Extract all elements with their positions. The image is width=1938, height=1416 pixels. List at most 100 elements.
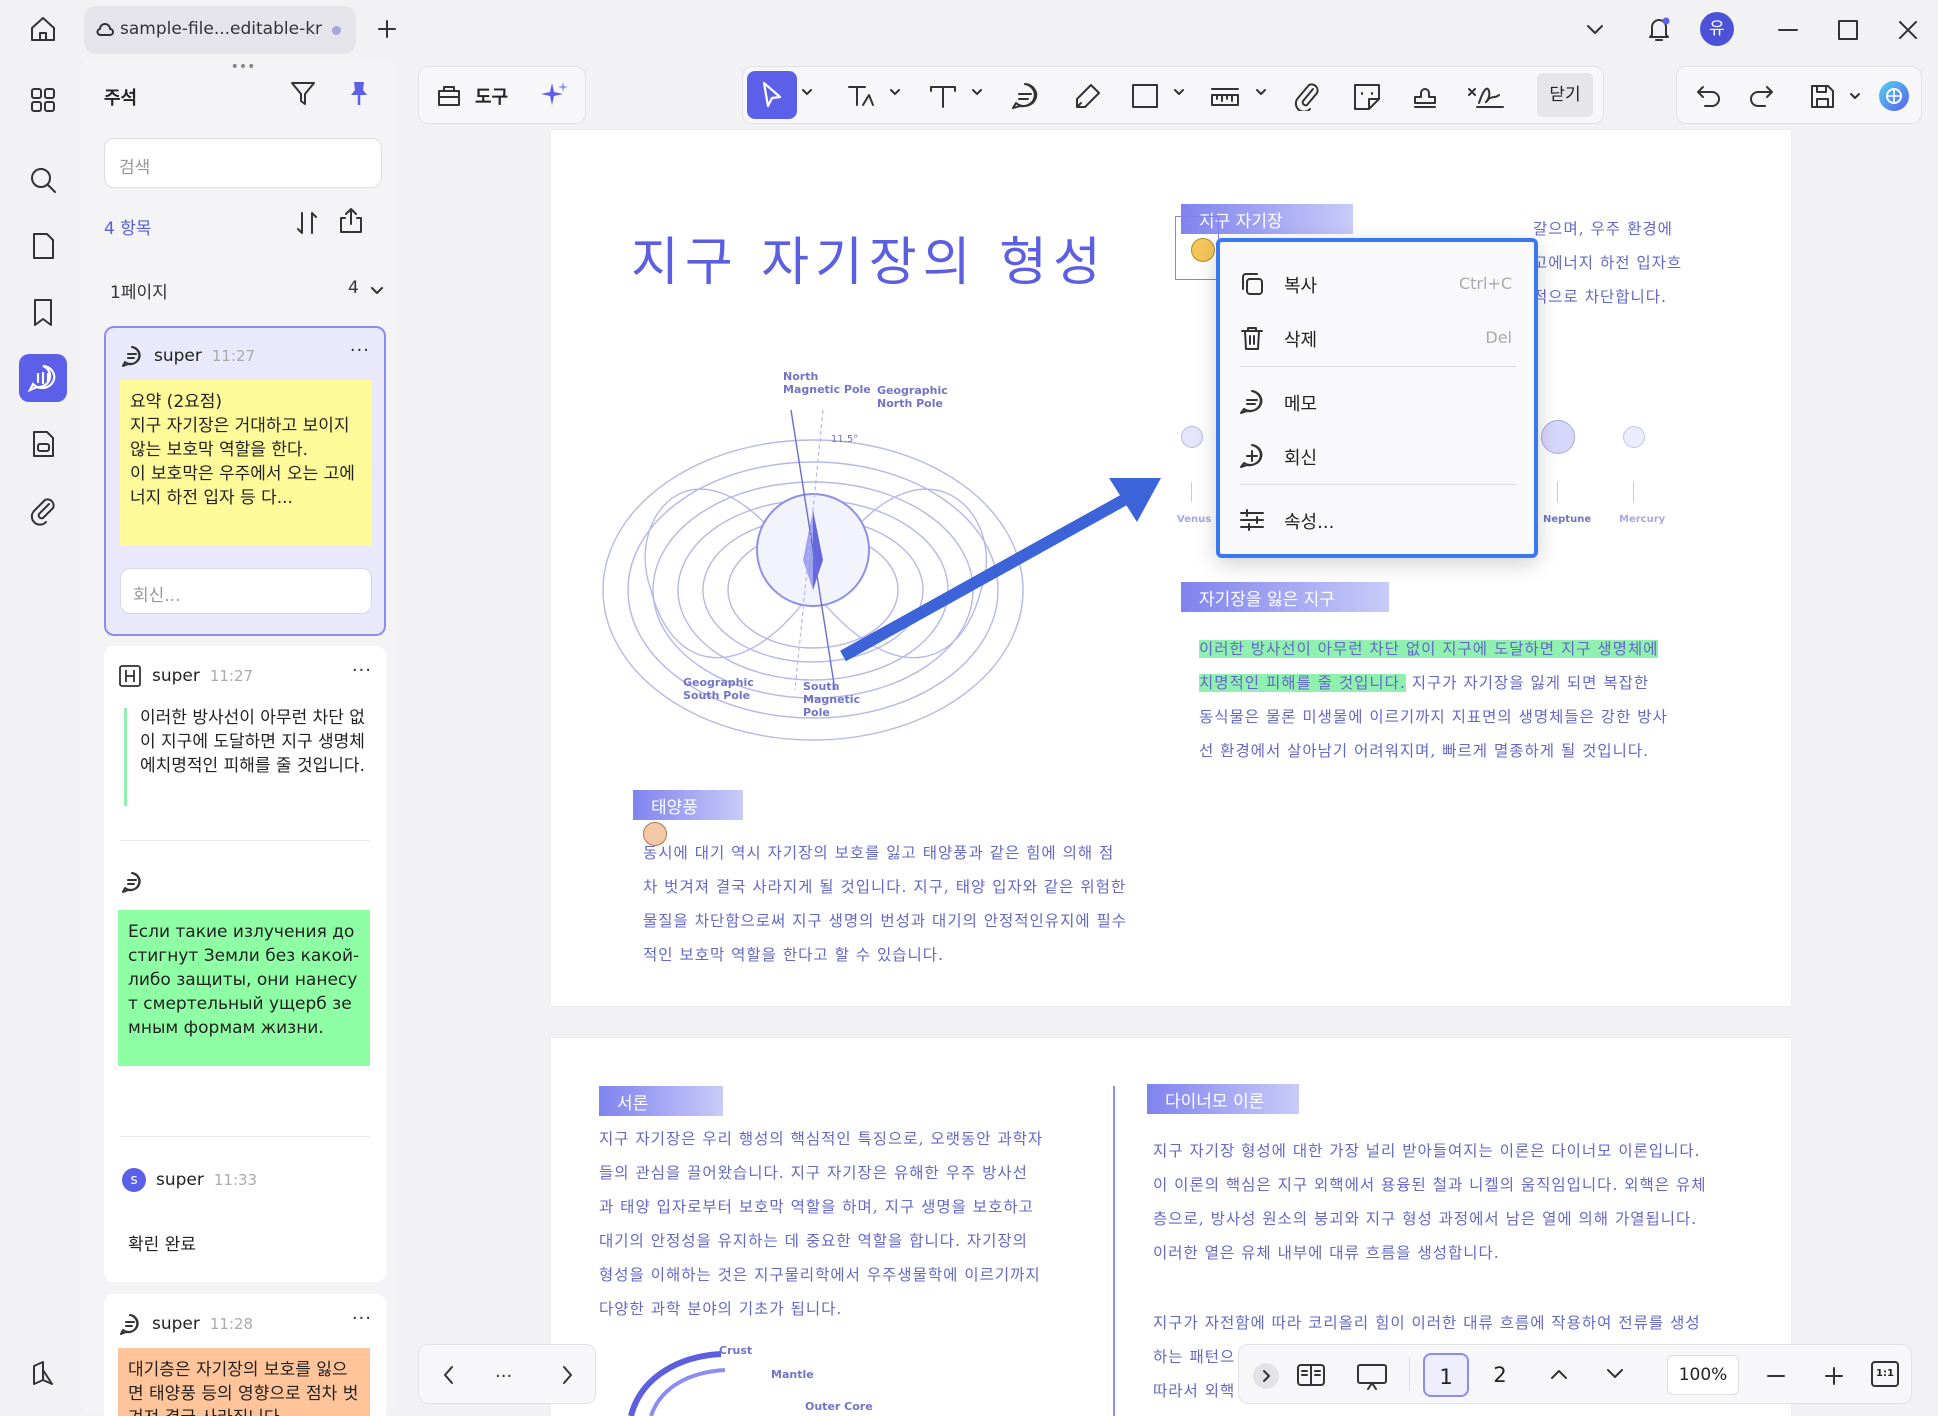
highlighter-icon[interactable] xyxy=(1071,81,1103,111)
filter-icon[interactable] xyxy=(288,78,318,108)
chevron-down-icon[interactable] xyxy=(1584,20,1606,38)
pin-icon[interactable] xyxy=(344,78,374,108)
select-tool-button[interactable] xyxy=(747,71,797,119)
menu-item-note[interactable]: 메모 xyxy=(1220,380,1534,424)
comment-tool-icon[interactable] xyxy=(1009,81,1041,111)
highlighted-text[interactable]: 이러한 방사선이 아무런 차단 없이 지구에 도달하면 지구 생명체에 xyxy=(1199,640,1659,658)
copy-icon xyxy=(1238,270,1266,298)
menu-item-reply[interactable]: 회신 xyxy=(1220,434,1534,478)
annotation-card[interactable]: super 11:27 ··· 이러한 방사선이 아무런 차단 없이 지구에 도달… xyxy=(104,646,386,1282)
chevron-down-icon[interactable] xyxy=(370,284,384,296)
close-window-icon[interactable] xyxy=(1896,18,1920,42)
collapse-toolbar-button[interactable] xyxy=(1253,1363,1279,1389)
svg-text:11.5°: 11.5° xyxy=(831,434,858,445)
more-options-icon[interactable]: ··· xyxy=(350,340,370,361)
zoom-level-field[interactable]: 100% xyxy=(1667,1355,1739,1395)
sticky-note-content[interactable]: 대기층은 자기장의 보호를 잃으면 태양풍 등의 영향으로 점차 벗겨져 결국 … xyxy=(118,1348,370,1416)
section1-line: 고에너지 하전 입자흐 xyxy=(1533,254,1683,272)
trash-icon xyxy=(1238,324,1266,352)
chevron-down-icon[interactable] xyxy=(1849,91,1861,101)
page-group-count[interactable]: 4 xyxy=(348,278,359,298)
chevron-up-icon[interactable] xyxy=(1549,1365,1569,1383)
tab-title: sample-file...editable-kr xyxy=(120,19,323,39)
chevron-down-icon[interactable] xyxy=(801,87,813,97)
ai-assistant-icon[interactable] xyxy=(1877,79,1911,113)
signature-icon[interactable] xyxy=(1465,81,1505,111)
bell-icon[interactable] xyxy=(1644,14,1674,44)
save-icon[interactable] xyxy=(1807,81,1837,111)
planet-neptune xyxy=(1541,420,1575,454)
panel-drag-handle[interactable]: ••• xyxy=(228,60,258,74)
annotation-card[interactable]: super 11:28 ··· 대기층은 자기장의 보호를 잃으면 태양풍 등의 … xyxy=(104,1294,386,1416)
user-avatar[interactable]: 유 xyxy=(1700,12,1734,46)
form-icon xyxy=(33,431,54,457)
annotation-search-input[interactable]: 검색 xyxy=(104,138,382,188)
chevron-down-icon[interactable] xyxy=(1605,1365,1625,1383)
grid-icon xyxy=(31,88,55,112)
home-icon[interactable] xyxy=(28,14,58,44)
measure-tool-icon[interactable] xyxy=(1209,81,1241,111)
minimize-icon[interactable] xyxy=(1776,18,1800,42)
page-button-1[interactable]: 1 xyxy=(1423,1353,1469,1397)
layers-button[interactable] xyxy=(19,1350,67,1398)
more-options-icon[interactable]: ··· xyxy=(352,1308,372,1329)
chevron-right-icon[interactable] xyxy=(557,1363,577,1387)
reply-note-content[interactable]: Если такие излучения достигнут Земли без… xyxy=(118,910,370,1066)
menu-item-delete[interactable]: 삭제 Del xyxy=(1220,316,1534,360)
text-callout-icon[interactable] xyxy=(845,81,877,111)
sticky-note-content[interactable]: 요약 (2요점) 지구 자기장은 거대하고 보이지 않는 보호막 역할을 한다.… xyxy=(120,380,372,546)
planet-tick xyxy=(1191,482,1192,502)
maximize-icon[interactable] xyxy=(1836,18,1860,42)
section2-line: 치명적인 피해를 줄 것입니다. 지구가 자기장을 잃게 되면 복잡한 xyxy=(1199,674,1650,692)
pages-button[interactable] xyxy=(19,222,67,270)
thumbnails-button[interactable] xyxy=(19,76,67,124)
annotation-author: super 11:28 xyxy=(152,1314,254,1334)
zoom-in-icon[interactable] xyxy=(1823,1365,1845,1387)
zoom-out-icon[interactable] xyxy=(1765,1365,1787,1387)
attachment-icon[interactable] xyxy=(1291,81,1323,111)
ai-sparkle-icon[interactable] xyxy=(539,79,571,111)
forms-button[interactable] xyxy=(19,420,67,468)
document-tab[interactable]: sample-file...editable-kr xyxy=(84,6,356,54)
section2-line: 이러한 방사선이 아무런 차단 없이 지구에 도달하면 지구 생명체에 xyxy=(1199,632,1659,667)
chevron-down-icon[interactable] xyxy=(1255,87,1267,97)
arrow-annotation[interactable] xyxy=(831,470,1171,670)
attachments-button[interactable] xyxy=(19,486,67,534)
annotation-navigation: ... xyxy=(418,1344,596,1404)
presentation-icon[interactable] xyxy=(1355,1361,1389,1391)
reply-input[interactable]: 회신... xyxy=(120,568,372,614)
comments-button[interactable] xyxy=(19,354,67,402)
annotation-card[interactable]: super 11:27 ··· 요약 (2요점) 지구 자기장은 거대하고 보이지… xyxy=(104,326,386,636)
actual-size-button[interactable]: 1:1 xyxy=(1871,1361,1899,1387)
page-button-2[interactable]: 2 xyxy=(1477,1353,1523,1397)
sort-icon[interactable] xyxy=(292,208,322,238)
more-options-icon[interactable]: ··· xyxy=(352,660,372,681)
rectangle-tool-icon[interactable] xyxy=(1129,81,1161,111)
chevron-down-icon[interactable] xyxy=(1173,87,1185,97)
chevron-down-icon[interactable] xyxy=(889,87,901,97)
text-tool-icon[interactable] xyxy=(927,81,959,111)
export-icon[interactable] xyxy=(336,206,366,236)
undo-icon[interactable] xyxy=(1695,83,1723,109)
chevron-down-icon[interactable] xyxy=(971,87,983,97)
search-button[interactable] xyxy=(19,156,67,204)
toolbox-icon[interactable] xyxy=(435,81,463,109)
menu-item-copy[interactable]: 복사 Ctrl+C xyxy=(1220,262,1534,306)
new-tab-icon[interactable] xyxy=(376,18,398,40)
page-zoom-toolbar: 1 2 100% 1:1 xyxy=(1238,1344,1912,1404)
sticker-icon[interactable] xyxy=(1351,81,1383,111)
redo-icon[interactable] xyxy=(1747,83,1775,109)
tools-label[interactable]: 도구 xyxy=(475,83,508,109)
page-layout-icon[interactable] xyxy=(1295,1361,1327,1389)
comment-marker-icon[interactable] xyxy=(1191,238,1215,262)
more-button[interactable]: ... xyxy=(495,1361,512,1382)
stamp-icon[interactable] xyxy=(1409,81,1441,111)
highlight-icon xyxy=(118,664,142,688)
bookmarks-button[interactable] xyxy=(19,288,67,336)
highlighted-text[interactable]: 치명적인 피해를 줄 것입니다. xyxy=(1199,674,1406,692)
close-toolbar-button[interactable]: 닫기 xyxy=(1537,73,1593,117)
comment-icon xyxy=(120,344,144,368)
menu-item-properties[interactable]: 속성... xyxy=(1220,498,1534,542)
chevron-left-icon[interactable] xyxy=(439,1363,459,1387)
attachment-icon xyxy=(30,498,55,526)
